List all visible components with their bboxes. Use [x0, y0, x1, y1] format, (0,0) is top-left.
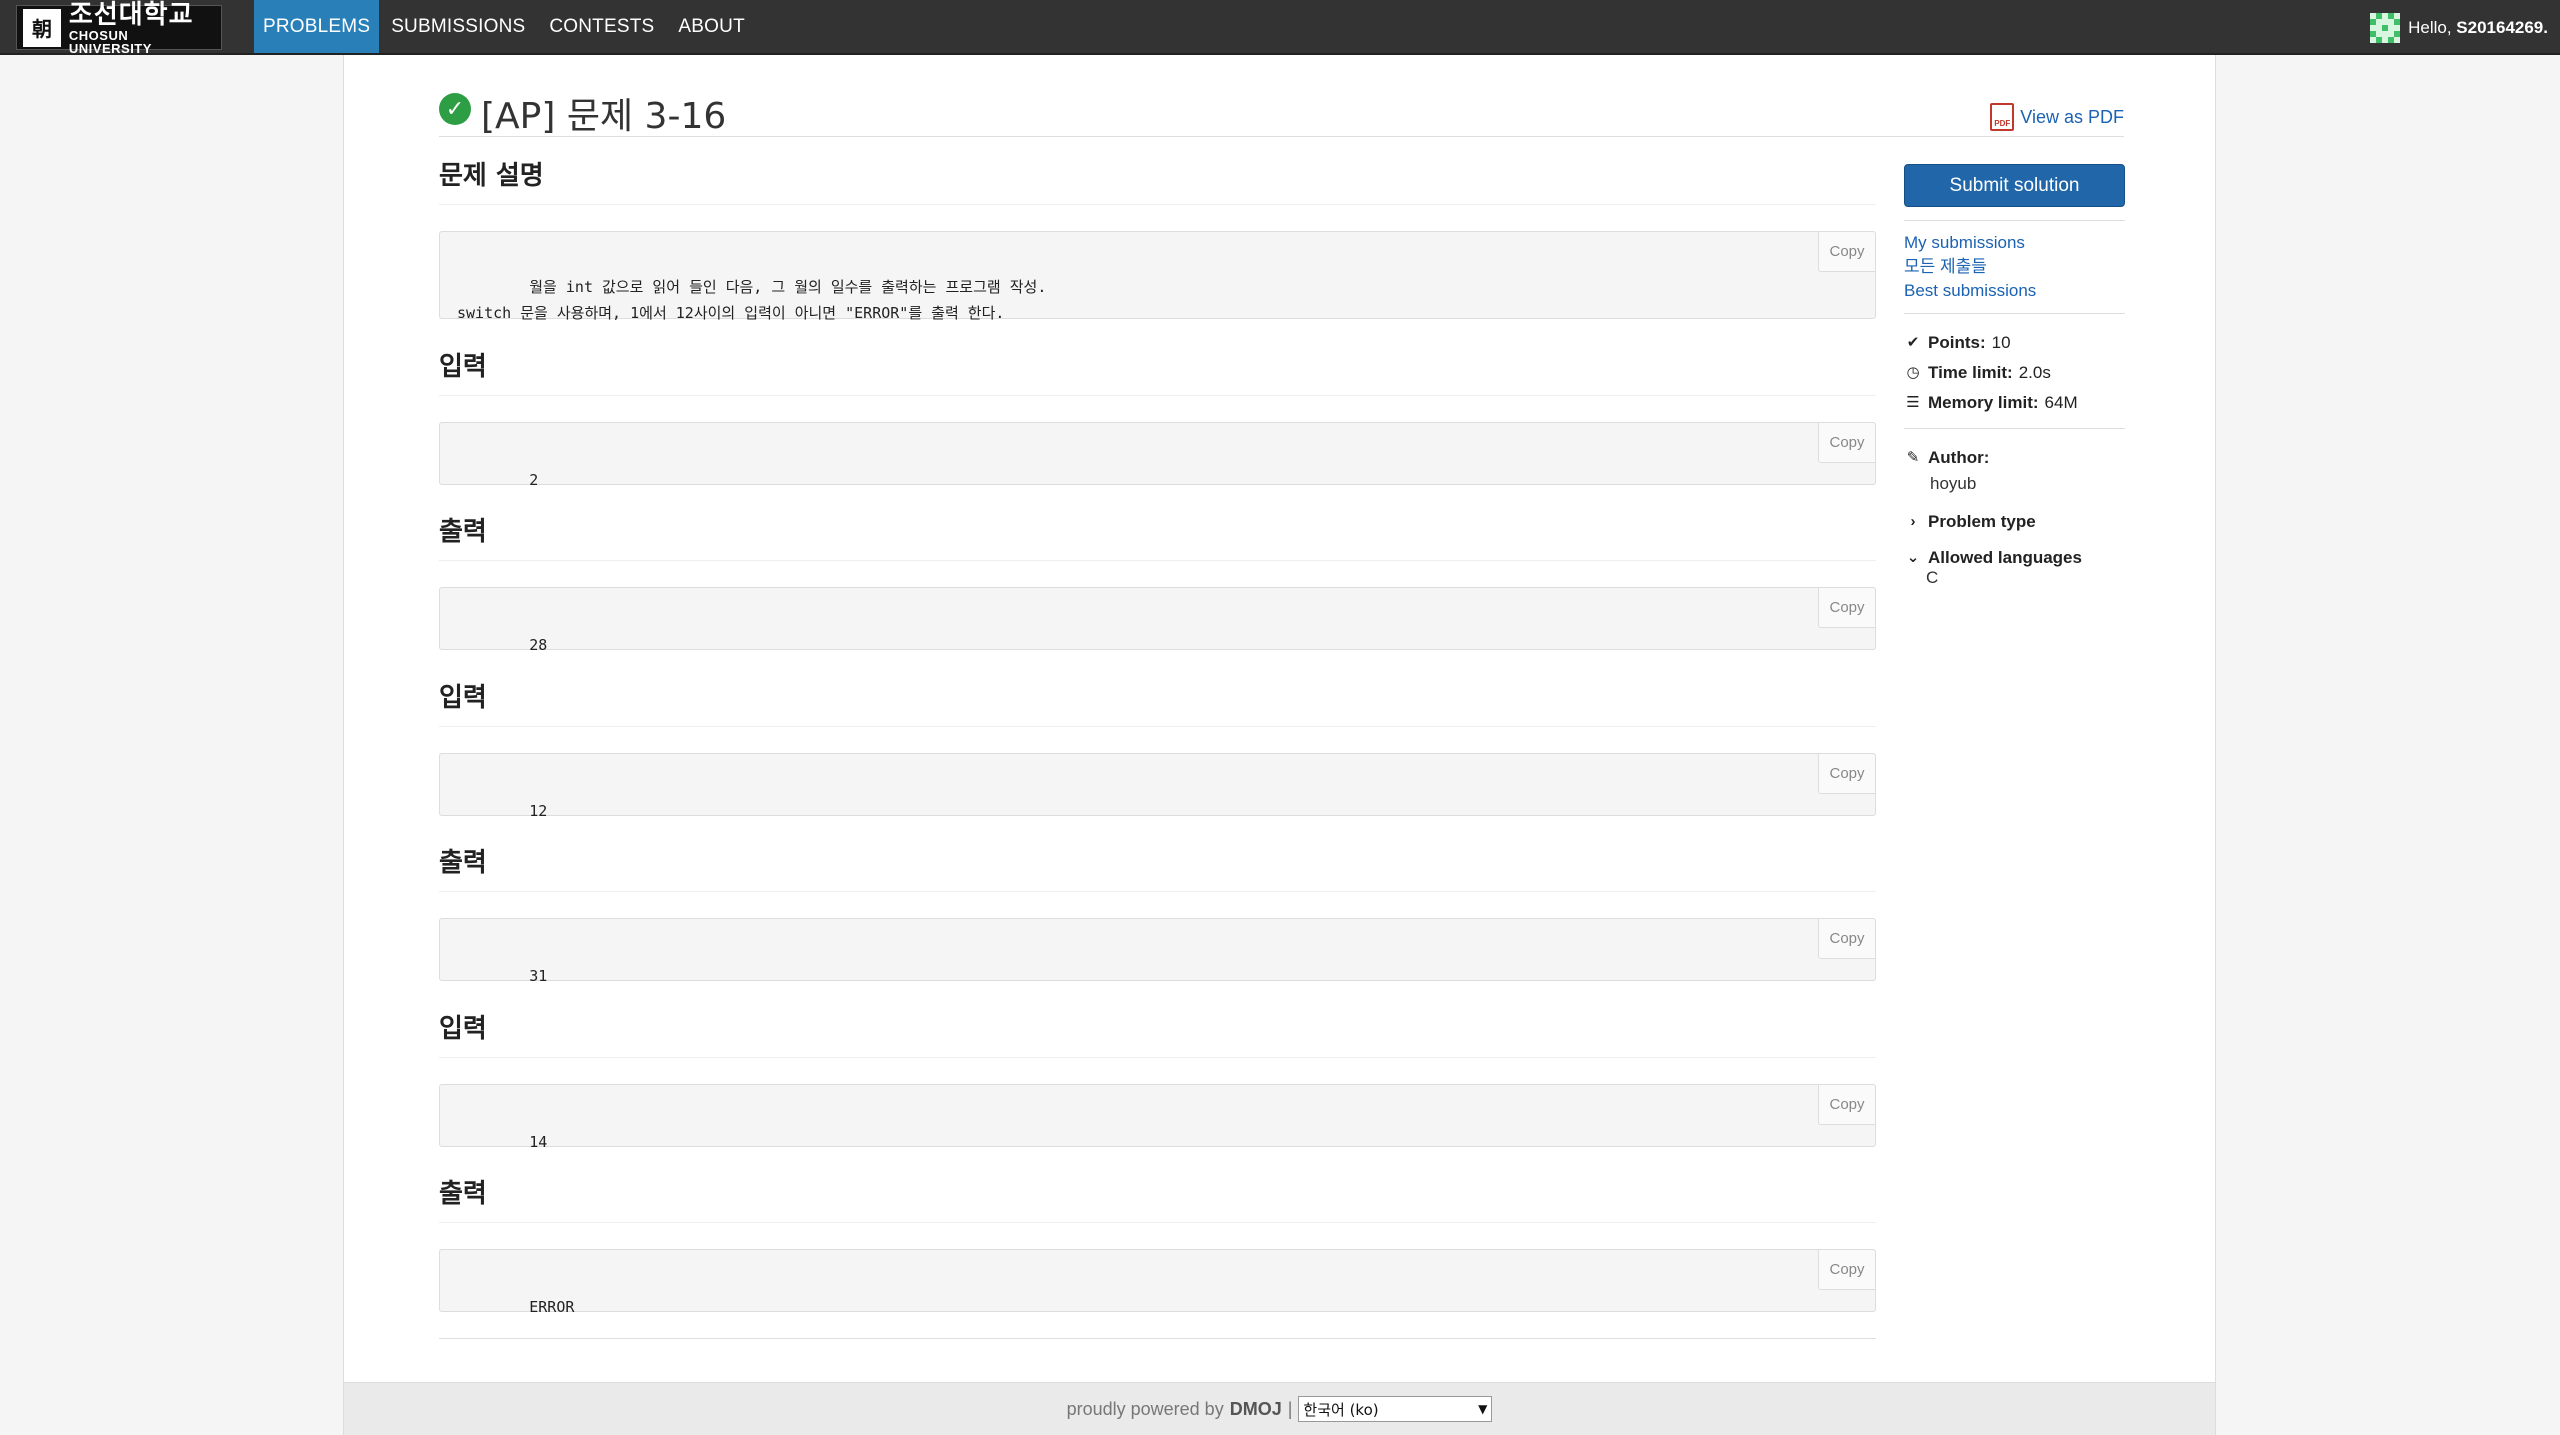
logo-english: CHOSUN UNIVERSITY	[68, 27, 152, 56]
username: S20164269	[2456, 17, 2544, 37]
language-select-value: 한국어 (ko)	[1303, 1400, 1379, 1419]
code-text: 2	[529, 471, 539, 489]
section-heading: 입력	[439, 677, 1876, 727]
code-text: 28	[529, 636, 548, 654]
copy-button[interactable]: Copy	[1818, 1250, 1875, 1290]
section-input-2: 입력 12 Copy	[439, 677, 1876, 820]
section-output-2: 출력 31 Copy	[439, 842, 1876, 985]
section-heading: 입력	[439, 346, 1876, 396]
author-label: Author:	[1928, 448, 1990, 467]
nav-submissions[interactable]: SUBMISSIONS	[379, 0, 537, 53]
allowed-languages-label: Allowed languages	[1928, 548, 2082, 567]
memory-limit-row: ☰ Memory limit: 64M	[1904, 388, 2125, 418]
code-block-input-1[interactable]: 2 Copy	[439, 422, 1876, 489]
author-row: ✎ Author:	[1904, 443, 2125, 473]
time-limit-label: Time limit:	[1928, 363, 2013, 382]
code-block-output-3[interactable]: ERROR Copy	[439, 1249, 1876, 1316]
chevron-right-icon: ›	[1910, 513, 1916, 530]
site-logo[interactable]: 朝 조선대학교 CHOSUN UNIVERSITY	[16, 0, 241, 55]
greeting-suffix: .	[2543, 17, 2548, 37]
points-value: 10	[1991, 333, 2011, 352]
section-output-3: 출력 ERROR Copy	[439, 1173, 1876, 1316]
nav-contests[interactable]: CONTESTS	[537, 0, 666, 53]
chevron-down-icon: ⌄	[1906, 549, 1920, 566]
nav-about[interactable]: ABOUT	[666, 0, 756, 53]
best-submissions-link[interactable]: Best submissions	[1904, 279, 2125, 303]
code-text: 31	[529, 967, 548, 985]
time-limit-row: ◷ Time limit: 2.0s	[1904, 358, 2125, 388]
copy-button[interactable]: Copy	[1818, 232, 1875, 272]
section-heading: 문제 설명	[439, 155, 1876, 205]
code-text: 12	[529, 802, 548, 820]
section-heading: 출력	[439, 842, 1876, 892]
edit-icon: ✎	[1906, 449, 1920, 466]
my-submissions-link[interactable]: My submissions	[1904, 231, 2125, 255]
check-circle-icon: ✓	[439, 93, 471, 125]
problem-title: [AP] 문제 3-16	[481, 96, 727, 137]
code-text: 월을 int 값으로 읽어 들인 다음, 그 월의 일수를 출력하는 프로그램 …	[457, 278, 1047, 322]
chevron-down-icon: ▼	[1478, 1402, 1488, 1416]
powered-by-text: proudly powered by	[1066, 1398, 1224, 1419]
code-block-output-1[interactable]: 28 Copy	[439, 587, 1876, 654]
page-footer: proudly powered by DMOJ | 한국어 (ko) ▼	[344, 1382, 2215, 1435]
code-block-input-3[interactable]: 14 Copy	[439, 1084, 1876, 1151]
section-heading: 입력	[439, 1008, 1876, 1058]
problem-sidebar: Submit solution My submissions 모든 제출들 Be…	[1904, 164, 2125, 589]
section-input-3: 입력 14 Copy	[439, 1008, 1876, 1151]
logo-box: 朝 조선대학교 CHOSUN UNIVERSITY	[16, 1, 222, 55]
greeting-text: Hello,	[2408, 17, 2457, 37]
top-navbar: 朝 조선대학교 CHOSUN UNIVERSITY PROBLEMS SUBMI…	[0, 0, 2560, 55]
copy-button[interactable]: Copy	[1818, 919, 1875, 959]
dmoj-link[interactable]: DMOJ	[1230, 1399, 1282, 1420]
author-name[interactable]: hoyub	[1904, 473, 2125, 495]
pdf-file-icon	[1990, 103, 2015, 131]
content-divider	[439, 1338, 1876, 1339]
code-block-description[interactable]: 월을 int 값으로 읽어 들인 다음, 그 월의 일수를 출력하는 프로그램 …	[439, 231, 1876, 322]
code-text: ERROR	[529, 1298, 575, 1316]
problem-limits: ✔ Points: 10 ◷ Time limit: 2.0s ☰ Memory…	[1904, 314, 2125, 428]
view-as-pdf-link[interactable]: View as PDF	[1990, 103, 2124, 131]
section-output-1: 출력 28 Copy	[439, 511, 1876, 654]
section-heading: 출력	[439, 511, 1876, 561]
logo-korean: 조선대학교	[68, 0, 194, 29]
problem-type-toggle[interactable]: › Problem type	[1904, 507, 2125, 537]
view-as-pdf-label: View as PDF	[2020, 106, 2124, 127]
copy-button[interactable]: Copy	[1818, 423, 1875, 463]
points-label: Points:	[1928, 333, 1986, 352]
sidebar-links: My submissions 모든 제출들 Best submissions	[1904, 221, 2125, 313]
memory-limit-value: 64M	[2044, 393, 2078, 412]
memory-limit-label: Memory limit:	[1928, 393, 2039, 412]
all-submissions-link[interactable]: 모든 제출들	[1904, 255, 2125, 279]
user-avatar-icon	[2370, 12, 2401, 43]
check-icon: ✔	[1906, 334, 1920, 351]
section-input-1: 입력 2 Copy	[439, 346, 1876, 489]
copy-button[interactable]: Copy	[1818, 1085, 1875, 1125]
university-seal-icon: 朝	[23, 8, 61, 47]
user-greeting: Hello, S20164269.	[2408, 18, 2548, 38]
code-block-output-2[interactable]: 31 Copy	[439, 918, 1876, 985]
copy-button[interactable]: Copy	[1818, 588, 1875, 628]
logo-text: 조선대학교 CHOSUN UNIVERSITY	[69, 1, 215, 55]
nav-problems[interactable]: PROBLEMS	[254, 0, 380, 53]
submit-solution-button[interactable]: Submit solution	[1904, 164, 2125, 207]
footer-separator: |	[1287, 1398, 1293, 1419]
points-row: ✔ Points: 10	[1904, 328, 2125, 358]
section-description: 문제 설명 월을 int 값으로 읽어 들인 다음, 그 월의 일수를 출력하는…	[439, 155, 1876, 322]
language-select[interactable]: 한국어 (ko) ▼	[1298, 1396, 1493, 1422]
time-limit-value: 2.0s	[2018, 363, 2051, 382]
copy-button[interactable]: Copy	[1818, 754, 1875, 794]
code-text: 14	[529, 1133, 548, 1151]
problem-title-row: ✓ [AP] 문제 3-16 View as PDF	[439, 85, 2124, 137]
code-block-input-2[interactable]: 12 Copy	[439, 753, 1876, 820]
content-panel: ✓ [AP] 문제 3-16 View as PDF 문제 설명 월을 int …	[343, 55, 2216, 1435]
problem-type-label: Problem type	[1928, 512, 2036, 531]
section-heading: 출력	[439, 1173, 1876, 1223]
user-menu[interactable]: Hello, S20164269.	[2370, 0, 2548, 55]
server-icon: ☰	[1906, 394, 1920, 411]
clock-icon: ◷	[1906, 364, 1920, 381]
problem-meta: ✎ Author: hoyub › Problem type ⌄ Allowed…	[1904, 429, 2125, 589]
